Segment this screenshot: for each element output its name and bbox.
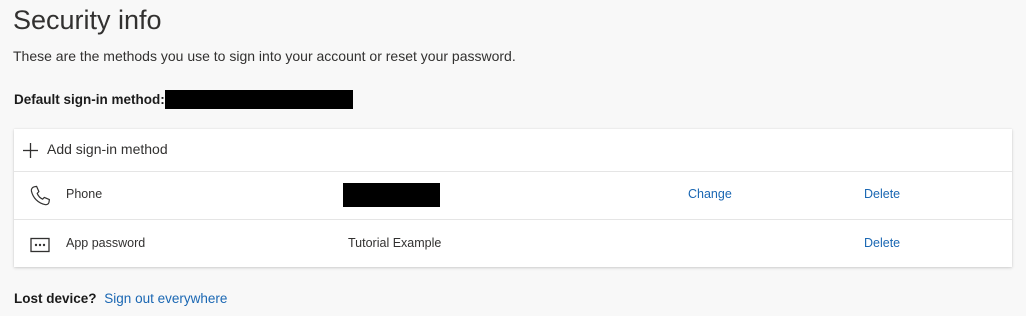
change-phone-link[interactable]: Change	[688, 187, 732, 201]
sign-out-everywhere-link[interactable]: Sign out everywhere	[104, 291, 227, 306]
default-sign-in-method-label: Default sign-in method:	[14, 91, 165, 107]
phone-number-redaction	[343, 183, 440, 207]
default-sign-in-method-redaction	[164, 89, 353, 109]
phone-icon	[30, 185, 50, 206]
add-sign-in-method-button[interactable]: Add sign-in method	[14, 129, 1012, 172]
method-row-phone: Phone Change Delete	[14, 171, 1012, 220]
method-name: App password	[66, 236, 146, 250]
method-detail: Tutorial Example	[348, 236, 442, 250]
add-sign-in-method-label: Add sign-in method	[47, 141, 168, 157]
lost-device-label: Lost device?	[14, 291, 97, 306]
page-title: Security info	[13, 5, 162, 35]
delete-app-password-link[interactable]: Delete	[864, 236, 900, 250]
default-sign-in-method: Default sign-in method:	[14, 89, 353, 109]
sign-in-methods-card: Add sign-in method Phone Change Delete A…	[14, 129, 1012, 267]
lost-device-footer: Lost device? Sign out everywhere	[14, 291, 227, 306]
method-row-app-password: App password Tutorial Example Delete	[14, 220, 1012, 268]
app-password-icon	[30, 237, 50, 253]
page-subtitle: These are the methods you use to sign in…	[13, 48, 516, 64]
delete-phone-link[interactable]: Delete	[864, 187, 900, 201]
method-name: Phone	[66, 187, 103, 201]
plus-icon	[23, 143, 38, 158]
